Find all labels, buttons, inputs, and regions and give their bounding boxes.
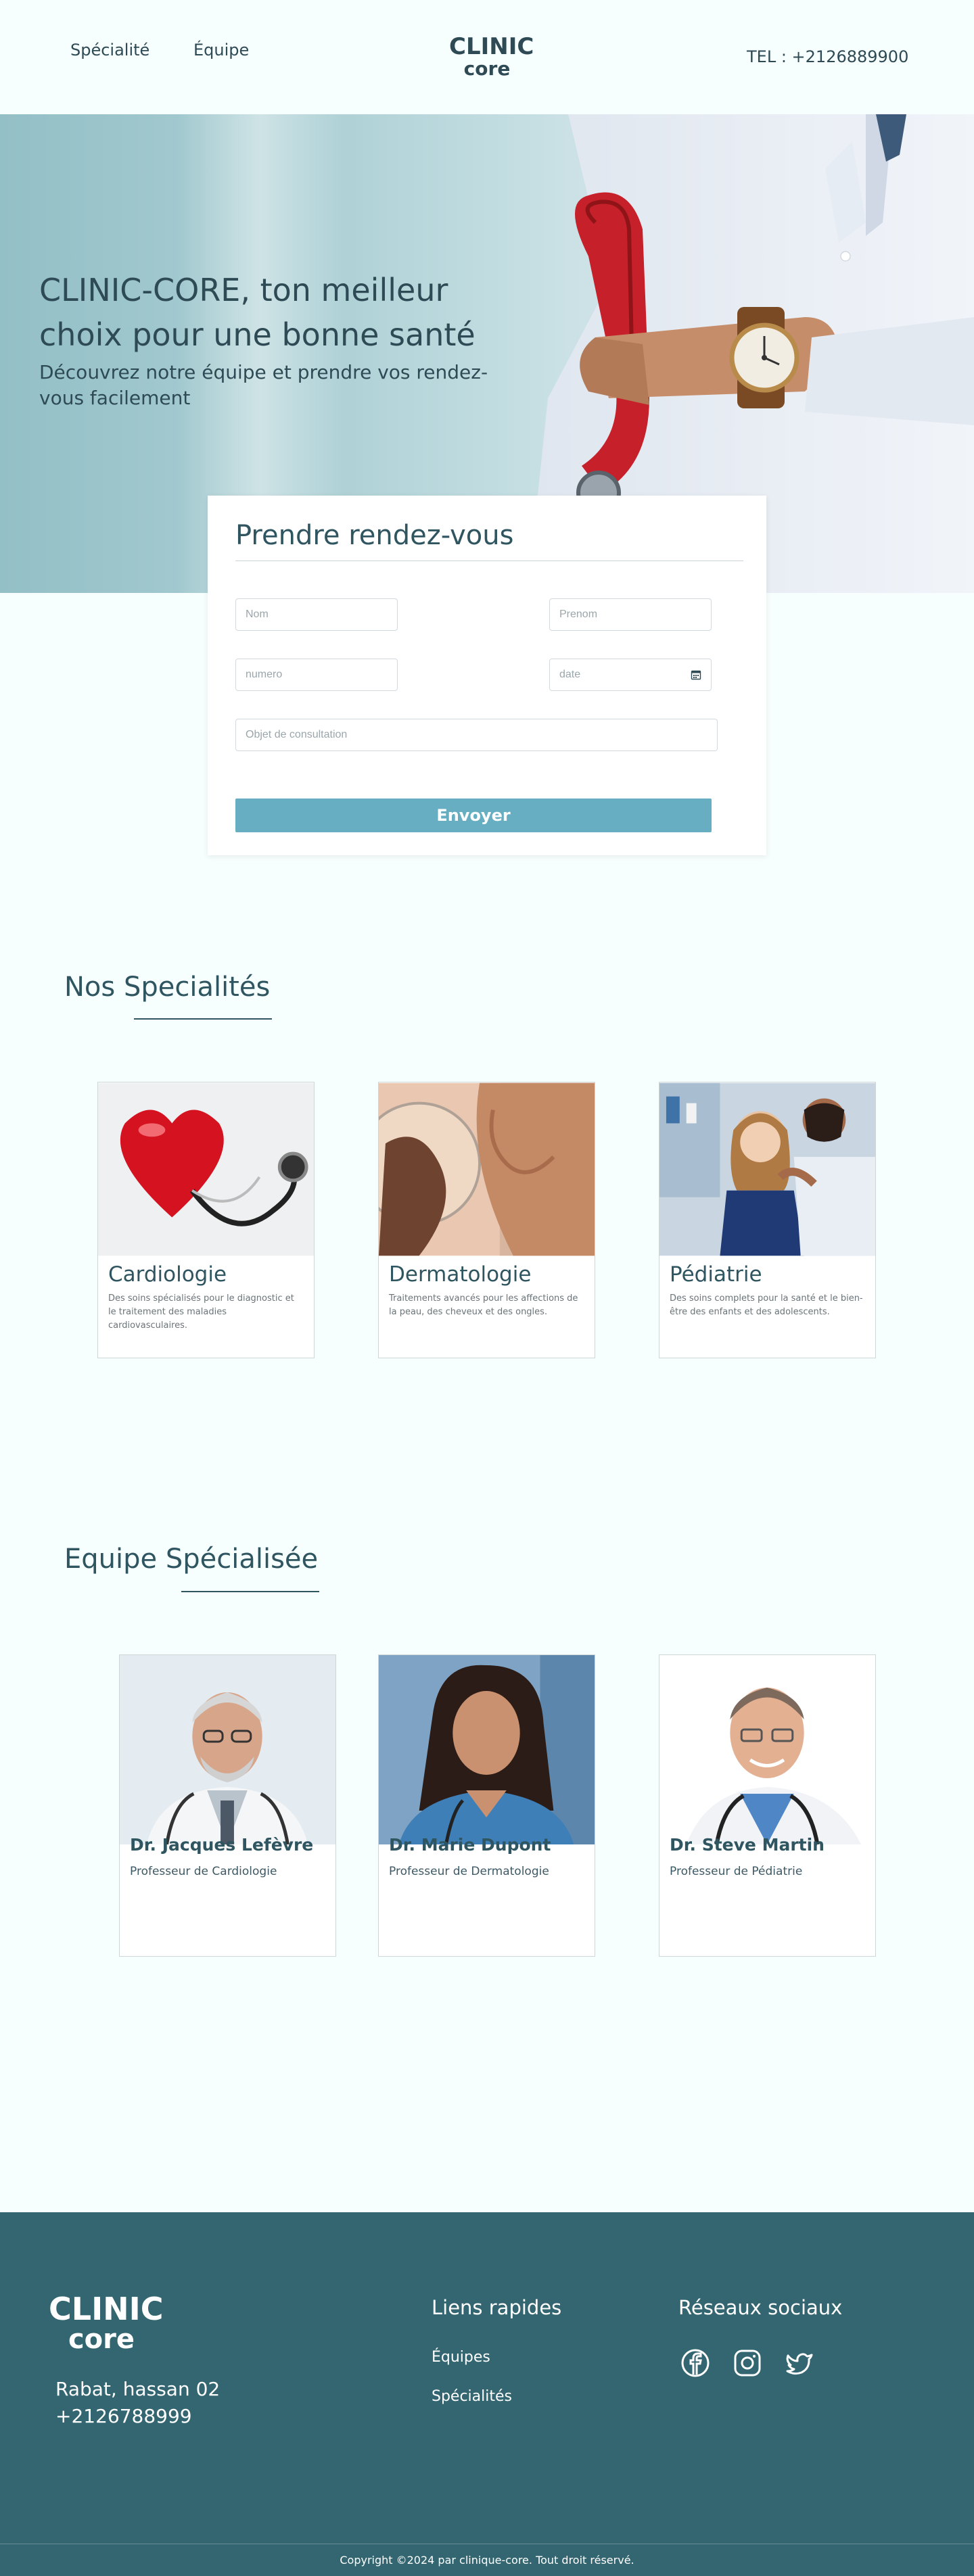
prenom-placeholder: Prenom (559, 609, 598, 620)
form-title: Prendre rendez-vous (235, 520, 514, 551)
doctor-martin-photo (659, 1655, 875, 1844)
nav-link-specialite[interactable]: Spécialité (70, 41, 149, 59)
team-card-dupont[interactable]: Dr. Marie Dupont Professeur de Dermatolo… (378, 1654, 595, 1957)
specialite-card-dermatologie[interactable]: Dermatologie Traitements avancés pour le… (378, 1082, 595, 1358)
objet-placeholder: Objet de consultation (246, 729, 348, 740)
specialites-title: Nos Specialités (64, 972, 271, 1003)
specialite-name: Pédiatrie (670, 1262, 762, 1287)
doctor-lefevre-photo (120, 1655, 335, 1844)
footer-link-specialites[interactable]: Spécialités (432, 2388, 512, 2405)
date-input[interactable]: date (549, 659, 712, 691)
header-phone: TEL : +2126889900 (747, 47, 909, 66)
logo-line2: core (463, 57, 511, 80)
doctor-role: Professeur de Cardiologie (130, 1865, 277, 1878)
footer-contact: Rabat, hassan 02 +2126788999 (55, 2376, 220, 2430)
objet-input[interactable]: Objet de consultation (235, 719, 718, 751)
numero-input[interactable]: numero (235, 659, 398, 691)
specialite-card-cardiologie[interactable]: Cardiologie Des soins spécialisés pour l… (97, 1082, 315, 1358)
prenom-input[interactable]: Prenom (549, 598, 712, 631)
specialite-desc: Des soins complets pour la santé et le b… (670, 1293, 863, 1317)
doctor-dupont-photo (379, 1655, 595, 1844)
cardiologie-image (98, 1082, 314, 1256)
dermatologie-image (379, 1082, 595, 1256)
hero-subtitle: Découvrez notre équipe et prendre vos re… (39, 361, 488, 409)
twitter-icon[interactable] (784, 2347, 815, 2379)
logo-line1: CLINIC (449, 33, 534, 60)
site-header: Spécialité Équipe CLINIC core TEL : +212… (0, 0, 974, 114)
doctor-name: Dr. Steve Martin (670, 1835, 825, 1855)
specialite-desc: Des soins spécialisés pour le diagnostic… (108, 1293, 294, 1331)
calendar-icon[interactable] (691, 669, 701, 680)
site-footer: CLINIC core Rabat, hassan 02 +2126788999… (0, 2212, 974, 2576)
doctor-name: Dr. Jacques Lefèvre (130, 1835, 314, 1855)
doctor-role: Professeur de Dermatologie (389, 1865, 549, 1878)
form-divider (235, 560, 743, 561)
specialite-desc: Traitements avancés pour les affections … (389, 1293, 578, 1317)
nav-link-equipe[interactable]: Équipe (193, 41, 249, 59)
nom-placeholder: Nom (246, 609, 269, 620)
specialite-name: Cardiologie (108, 1262, 227, 1287)
social-title: Réseaux sociaux (678, 2296, 843, 2319)
date-placeholder: date (559, 669, 581, 680)
links-title: Liens rapides (432, 2296, 562, 2319)
nom-input[interactable]: Nom (235, 598, 398, 631)
equipe-underline (181, 1591, 319, 1592)
specialite-card-pediatrie[interactable]: Pédiatrie Des soins complets pour la san… (659, 1082, 876, 1358)
team-card-martin[interactable]: Dr. Steve Martin Professeur de Pédiatrie (659, 1654, 876, 1957)
doctor-role: Professeur de Pédiatrie (670, 1865, 803, 1878)
doctor-name: Dr. Marie Dupont (389, 1835, 551, 1855)
copyright: Copyright ©2024 par clinique-core. Tout … (340, 2554, 634, 2567)
specialites-underline (134, 1018, 272, 1020)
send-button[interactable]: Envoyer (235, 798, 712, 832)
footer-link-equipes[interactable]: Équipes (432, 2349, 490, 2366)
facebook-icon[interactable] (680, 2347, 711, 2379)
appointment-form: Prendre rendez-vous Nom Prenom numero da… (208, 496, 766, 855)
footer-logo[interactable]: CLINIC core (49, 2291, 164, 2355)
footer-logo-line2: core (68, 2324, 135, 2355)
site-logo[interactable]: CLINIC core (449, 33, 534, 80)
equipe-title: Equipe Spécialisée (64, 1544, 319, 1575)
pediatrie-image (659, 1082, 875, 1256)
footer-phone: +2126788999 (55, 2405, 192, 2427)
specialite-name: Dermatologie (389, 1262, 532, 1287)
numero-placeholder: numero (246, 669, 283, 680)
team-card-lefevre[interactable]: Dr. Jacques Lefèvre Professeur de Cardio… (119, 1654, 336, 1957)
instagram-icon[interactable] (732, 2347, 763, 2379)
footer-address: Rabat, hassan 02 (55, 2378, 221, 2400)
footer-logo-line1: CLINIC (49, 2291, 164, 2327)
hero-title: CLINIC-CORE, ton meilleur choix pour une… (39, 272, 476, 353)
